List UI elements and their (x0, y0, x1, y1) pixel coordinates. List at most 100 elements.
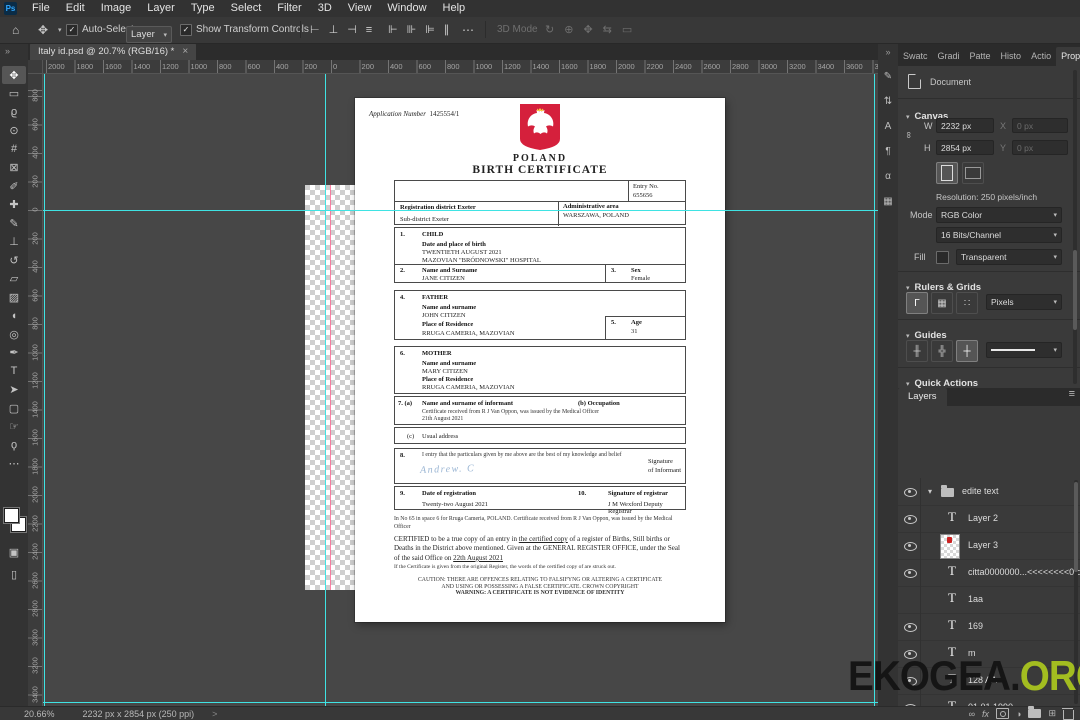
layer-row[interactable]: T 128 AA (898, 667, 1080, 695)
history-brush-tool-icon[interactable]: ↺ (2, 251, 26, 269)
lock-guides-icon[interactable]: ╬ (931, 340, 953, 362)
delete-layer-icon[interactable] (1062, 707, 1074, 720)
panel-tab-swatc[interactable]: Swatc (898, 47, 933, 66)
more-options-icon[interactable]: ⋯ (462, 17, 474, 42)
frame-tool-icon[interactable]: ⊠ (2, 159, 26, 177)
zoom-level-field[interactable]: 20.66% (24, 709, 55, 719)
toggle-guides-icon[interactable]: ╫ (906, 340, 928, 362)
fill-dropdown[interactable]: Transparent ▾ (956, 249, 1062, 265)
color-mode-dropdown[interactable]: RGB Color ▾ (936, 207, 1062, 223)
paragraph-panel-icon[interactable]: ¶ (885, 146, 890, 157)
align-top-edges-icon[interactable]: ≡ (366, 24, 372, 36)
panel-tab-histo[interactable]: Histo (996, 47, 1027, 66)
edit-panel-icon[interactable]: ✎ (884, 71, 892, 82)
layers-scrollbar[interactable] (1074, 480, 1078, 704)
add-layer-mask-icon[interactable] (996, 708, 1010, 719)
path-selection-tool-icon[interactable]: ➤ (2, 381, 26, 399)
canvas-area[interactable]: Application Number 1425554/1 POLAND BIRT… (42, 73, 878, 706)
layer-row[interactable]: T Layer 2 (898, 505, 1080, 533)
distribute-centers-icon[interactable]: ⊪ (407, 23, 417, 36)
move-tool-icon[interactable]: ✥ (2, 66, 26, 84)
edit-toolbar-icon-icon[interactable]: ⋯ (2, 455, 26, 473)
layers-menu-icon[interactable]: ≡ (1064, 388, 1080, 406)
brush-tool-icon[interactable]: ✎ (2, 214, 26, 232)
3d-slide-icon[interactable]: ⇆ (603, 23, 612, 36)
menu-item-window[interactable]: Window (379, 0, 434, 17)
status-chevron-icon[interactable]: > (212, 709, 217, 719)
layers-tab[interactable]: Layers (898, 388, 947, 406)
horizontal-ruler[interactable]: 2000 1800 1600 1400 1200 1000 800 600 400 200 0 200… (28, 60, 878, 74)
crop-tool-icon[interactable]: # (2, 140, 26, 158)
layer-row[interactable]: ▾ edite text (898, 478, 1080, 506)
foreground-color-swatch[interactable] (4, 508, 19, 523)
screen-mode-icon[interactable]: ▯ (2, 565, 26, 583)
home-icon[interactable]: ⌂ (12, 17, 19, 42)
patterns-panel-icon[interactable]: ▦ (883, 196, 892, 207)
menu-item-image[interactable]: Image (93, 0, 140, 17)
panel-tab-gradi[interactable]: Gradi (933, 47, 965, 66)
3d-orbit-icon[interactable]: ↻ (545, 23, 554, 36)
transform-panel-icon[interactable]: ⇅ (884, 96, 892, 107)
panel-tab-patte[interactable]: Patte (965, 47, 996, 66)
eyedropper-tool-icon[interactable]: ✐ (2, 177, 26, 195)
collapse-toolbar-icon[interactable]: » (5, 46, 10, 56)
properties-scrollbar[interactable] (1073, 70, 1077, 384)
distribute-left-icon[interactable]: ⊩ (388, 23, 398, 36)
guide-vertical[interactable] (325, 73, 326, 706)
guide-horizontal[interactable] (42, 210, 878, 211)
layer-visibility-icon[interactable] (904, 677, 917, 686)
rectangular-marquee-tool-icon[interactable]: ▭ (2, 85, 26, 103)
layer-row[interactable]: T01.01.1990 (898, 694, 1080, 706)
width-field[interactable]: 2232 px (936, 118, 994, 133)
eraser-tool-icon[interactable]: ▱ (2, 270, 26, 288)
ruler-units-dropdown[interactable]: Pixels ▾ (986, 294, 1062, 310)
dodge-tool-icon[interactable]: ◎ (2, 325, 26, 343)
link-dimensions-icon[interactable]: ∞ (904, 132, 914, 138)
distribute-right-icon[interactable]: ⊫ (425, 23, 435, 36)
portrait-orientation-button[interactable] (936, 162, 958, 184)
new-layer-icon[interactable]: ⊞ (1048, 708, 1056, 719)
quick-mask-icon[interactable]: ▣ (2, 543, 26, 561)
toggle-grid-icon[interactable]: ▦ (931, 292, 953, 314)
expand-panels-icon[interactable]: » (885, 47, 890, 57)
clear-guides-icon[interactable]: ┼ (956, 340, 978, 362)
toggle-rulers-icon[interactable]: Γ (906, 292, 928, 314)
bit-depth-dropdown[interactable]: 16 Bits/Channel ▾ (936, 227, 1062, 243)
guide-vertical[interactable] (874, 73, 875, 706)
menu-item-3d[interactable]: 3D (310, 0, 340, 17)
quick-selection-tool-icon[interactable]: ⊙ (2, 122, 26, 140)
align-left-edges-icon[interactable]: ⊢ (310, 23, 320, 36)
guide-horizontal[interactable] (42, 702, 878, 703)
layer-visibility-icon[interactable] (904, 542, 917, 551)
group-expand-icon[interactable]: ▾ (928, 487, 932, 496)
layer-row[interactable]: T 169 (898, 613, 1080, 641)
tool-preset-caret-icon[interactable]: ▾ (58, 17, 62, 42)
3d-pan-icon[interactable]: ✥ (583, 23, 592, 36)
auto-select-target-dropdown[interactable]: Layer ▾ (126, 22, 172, 47)
layer-visibility-icon[interactable] (904, 515, 917, 524)
layer-row[interactable]: Tm (898, 640, 1080, 668)
landscape-orientation-button[interactable] (962, 162, 984, 184)
menu-item-filter[interactable]: Filter (269, 0, 309, 17)
toggle-pixel-grid-icon[interactable]: ∷ (956, 292, 978, 314)
3d-roll-icon[interactable]: ⊕ (564, 23, 573, 36)
height-field[interactable]: 2854 px (936, 140, 994, 155)
rectangle-tool-icon[interactable]: ▢ (2, 399, 26, 417)
vertical-ruler[interactable]: 800 600 400 200 0 200 400 600 800 1000 1200 1400 160… (28, 73, 43, 706)
layer-style-icon[interactable]: fx (982, 709, 989, 719)
menu-item-layer[interactable]: Layer (139, 0, 183, 17)
guide-style-dropdown[interactable]: ▾ (986, 342, 1062, 358)
link-layers-icon[interactable]: ∞ (969, 709, 975, 719)
glyphs-panel-icon[interactable]: α (885, 171, 891, 182)
character-panel-icon[interactable]: A (885, 121, 892, 132)
new-group-icon[interactable] (1028, 706, 1042, 718)
layer-row[interactable]: Tcitta0000000...<<<<<<<<0 d (898, 559, 1080, 587)
panel-tab-properties[interactable]: Properties (1056, 47, 1080, 66)
3d-scale-icon[interactable]: ▭ (622, 23, 632, 36)
align-vertical-centers-icon[interactable]: ⊥ (329, 23, 339, 36)
menu-item-edit[interactable]: Edit (58, 0, 93, 17)
quick-actions-section-header[interactable]: ▾ Quick Actions (906, 373, 978, 388)
lasso-tool-icon[interactable]: ϱ (2, 103, 26, 121)
menu-item-view[interactable]: View (340, 0, 380, 17)
adjustment-layer-icon[interactable]: ◑ (1016, 709, 1021, 719)
